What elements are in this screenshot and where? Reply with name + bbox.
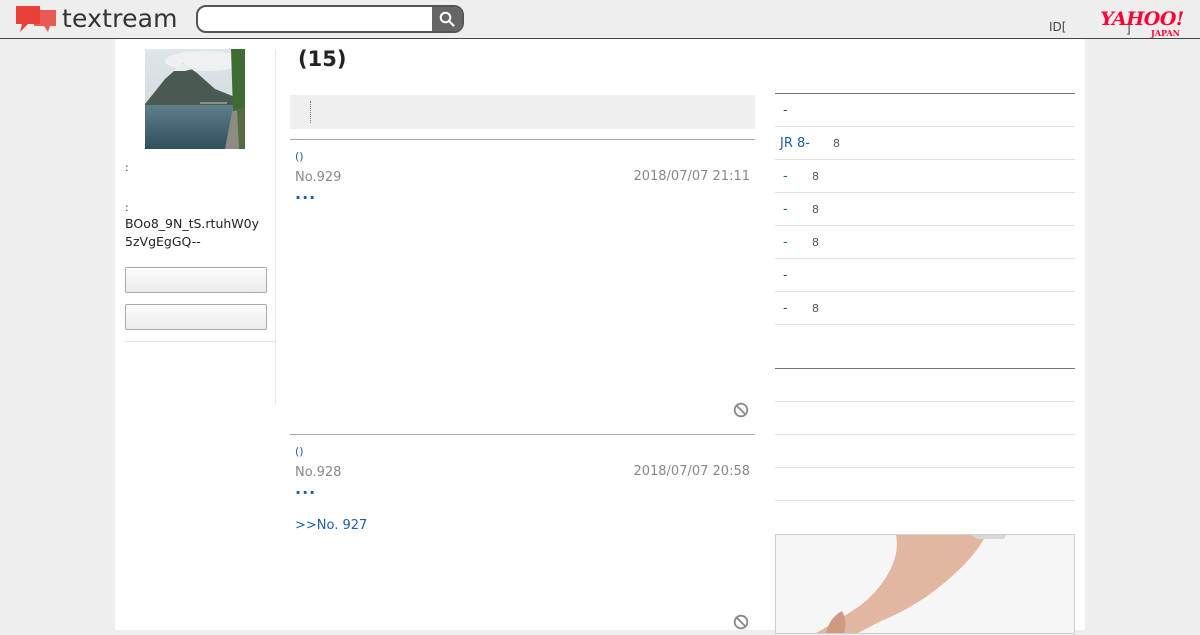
list-item[interactable] bbox=[775, 435, 1075, 468]
post-more-link[interactable]: ... bbox=[295, 479, 316, 498]
list-item: - 8 bbox=[775, 226, 1075, 259]
textream-logo-icon bbox=[16, 6, 56, 32]
yahoo-japan-logo[interactable]: YAHOO! JAPAN bbox=[1096, 9, 1188, 38]
post-number: No.928 bbox=[295, 465, 342, 480]
page-title: (15) bbox=[298, 47, 347, 71]
profile-id-label: : bbox=[125, 201, 129, 214]
logo-text: textream bbox=[62, 4, 178, 33]
ranking-sidebar: - JR 8- 8 - 8 - 8 - 8 - - 8 bbox=[775, 93, 1075, 634]
post-author[interactable]: () bbox=[295, 445, 304, 458]
id-label[interactable]: ID[ bbox=[1049, 20, 1066, 34]
search-button[interactable] bbox=[432, 7, 462, 31]
advertisement-banner[interactable] bbox=[775, 534, 1075, 634]
lake-mountain-image bbox=[145, 49, 245, 149]
post-item: () No.928 2018/07/07 20:58 ... >>No. 927 bbox=[290, 434, 755, 635]
ranking-count: 8 bbox=[812, 302, 819, 315]
yahoo-logo-text: YAHOO! bbox=[1100, 8, 1184, 30]
textream-logo[interactable]: textream bbox=[14, 4, 178, 34]
list-item: - bbox=[775, 94, 1075, 127]
report-icon[interactable] bbox=[733, 402, 749, 418]
ranking-link[interactable]: - bbox=[783, 169, 788, 184]
ranking-link[interactable]: - bbox=[783, 202, 788, 217]
list-item[interactable] bbox=[775, 369, 1075, 402]
notice-divider bbox=[310, 101, 311, 123]
sidebar-divider bbox=[125, 341, 275, 342]
list-item: - 8 bbox=[775, 292, 1075, 325]
ranking-count: 8 bbox=[812, 170, 819, 183]
list-item: - 8 bbox=[775, 193, 1075, 226]
list-item: - bbox=[775, 259, 1075, 292]
ranking-count: 8 bbox=[812, 203, 819, 216]
secondary-list bbox=[775, 368, 1075, 501]
post-item: () No.929 2018/07/07 21:11 ... bbox=[290, 139, 755, 435]
post-more-link[interactable]: ... bbox=[295, 184, 316, 203]
post-date: 2018/07/07 21:11 bbox=[633, 169, 750, 184]
page-container: : : BOo8_9N_tS.rtuhW0y5zVgEgGQ-- (15) ()… bbox=[115, 39, 1085, 634]
profile-sidebar: : : BOo8_9N_tS.rtuhW0y5zVgEgGQ-- bbox=[125, 49, 276, 404]
search-input[interactable] bbox=[198, 7, 434, 31]
notice-box bbox=[290, 95, 755, 129]
yahoo-logo-sub: JAPAN bbox=[1151, 28, 1180, 38]
profile-photo[interactable] bbox=[145, 49, 245, 149]
list-item: JR 8- 8 bbox=[775, 127, 1075, 160]
ad-hand-image bbox=[776, 535, 1074, 633]
search-icon bbox=[439, 11, 455, 27]
post-date: 2018/07/07 20:58 bbox=[633, 464, 750, 479]
ranking-link[interactable]: - bbox=[783, 268, 788, 283]
list-item[interactable] bbox=[775, 468, 1075, 501]
ranking-list: - JR 8- 8 - 8 - 8 - 8 - - 8 bbox=[775, 93, 1075, 325]
ranking-count: 8 bbox=[812, 236, 819, 249]
ignore-button[interactable] bbox=[125, 304, 267, 330]
post-number: No.929 bbox=[295, 170, 342, 185]
post-author[interactable]: () bbox=[295, 150, 304, 163]
list-item[interactable] bbox=[775, 402, 1075, 435]
profile-colon-label: : bbox=[125, 161, 129, 174]
report-icon[interactable] bbox=[733, 614, 749, 630]
search-box bbox=[196, 5, 464, 33]
follow-button[interactable] bbox=[125, 267, 267, 293]
user-id: BOo8_9N_tS.rtuhW0y5zVgEgGQ-- bbox=[125, 216, 260, 249]
post-reply-link[interactable]: >>No. 927 bbox=[295, 518, 367, 533]
ranking-link[interactable]: - bbox=[783, 103, 788, 118]
ranking-link[interactable]: - bbox=[783, 301, 788, 316]
ranking-link[interactable]: JR 8- bbox=[780, 136, 810, 151]
ranking-count: 8 bbox=[833, 137, 840, 150]
list-item: - 8 bbox=[775, 160, 1075, 193]
site-header: textream ID[ ] YAHOO! JAPAN bbox=[0, 0, 1200, 39]
ranking-link[interactable]: - bbox=[783, 235, 788, 250]
